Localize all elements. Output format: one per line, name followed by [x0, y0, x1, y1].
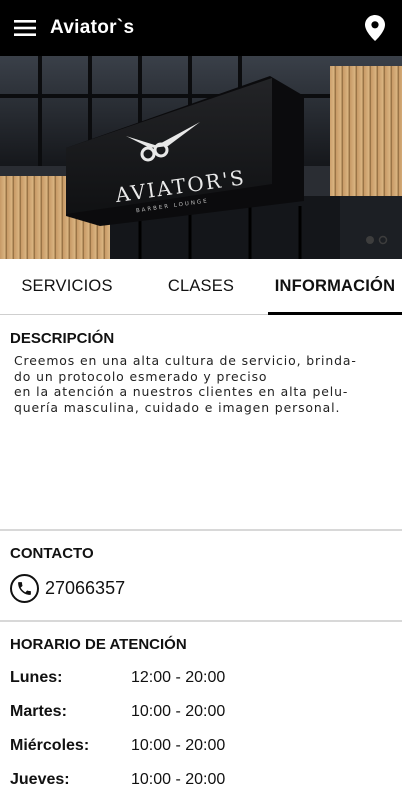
location-pin-icon[interactable]: [362, 14, 388, 42]
phone-number[interactable]: 27066357: [45, 578, 125, 599]
hours-time: 12:00 - 20:00: [131, 669, 226, 686]
hours-time: 10:00 - 20:00: [131, 737, 226, 754]
phone-row[interactable]: 27066357: [10, 574, 402, 603]
storefront-image: AVIATOR'S BARBER LOUNGE: [0, 56, 402, 259]
hours-title: HORARIO DE ATENCIÓN: [10, 636, 187, 653]
hours-row: Lunes: 12:00 - 20:00: [10, 669, 225, 687]
tab-clases[interactable]: CLASES: [134, 259, 268, 314]
description-text: Creemos en una alta cultura de servicio,…: [14, 353, 357, 415]
hours-day: Martes:: [10, 703, 67, 720]
hours-row: Jueves: 10:00 - 20:00: [10, 771, 225, 789]
divider: [0, 620, 402, 622]
description-section: DESCRIPCIÓN Creemos en una alta cultura …: [0, 330, 402, 415]
carousel-dot-1[interactable]: [366, 236, 374, 244]
divider: [0, 529, 402, 531]
tab-informacion[interactable]: INFORMACIÓN: [268, 259, 402, 315]
tab-bar: SERVICIOS CLASES INFORMACIÓN: [0, 259, 402, 315]
hours-day: Jueves:: [10, 771, 70, 788]
hours-section: HORARIO DE ATENCIÓN: [0, 636, 402, 653]
hamburger-menu-icon[interactable]: [0, 0, 50, 56]
hours-row: Martes: 10:00 - 20:00: [10, 703, 225, 721]
hero-image-carousel[interactable]: AVIATOR'S BARBER LOUNGE: [0, 56, 402, 259]
app-title: Aviator`s: [50, 17, 135, 38]
hours-time: 10:00 - 20:00: [131, 771, 226, 788]
description-title: DESCRIPCIÓN: [10, 330, 115, 347]
tab-servicios[interactable]: SERVICIOS: [0, 259, 134, 314]
contact-title: CONTACTO: [10, 545, 94, 562]
hours-day: Lunes:: [10, 669, 63, 686]
hours-time: 10:00 - 20:00: [131, 703, 226, 720]
hours-day: Miércoles:: [10, 737, 90, 754]
phone-icon: [10, 574, 39, 603]
hours-row: Miércoles: 10:00 - 20:00: [10, 737, 225, 755]
contact-section: CONTACTO 27066357: [0, 545, 402, 603]
app-bar: Aviator`s: [0, 0, 402, 56]
